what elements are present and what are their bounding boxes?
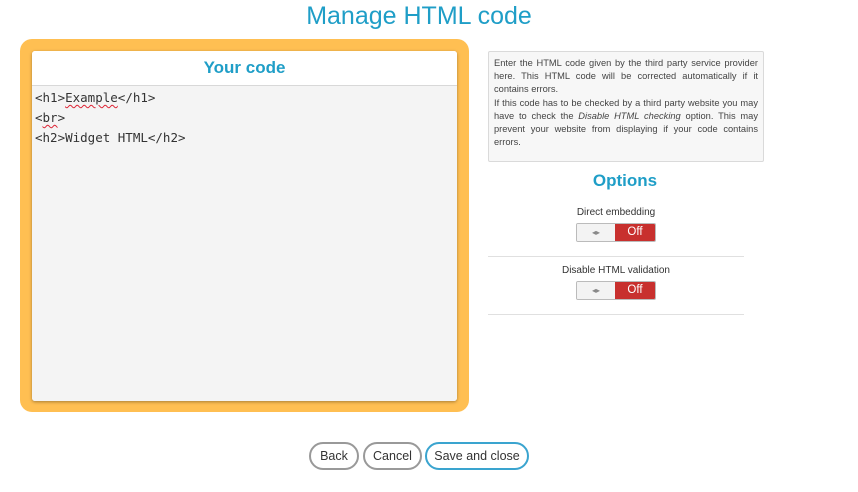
code-editor[interactable]: <h1>Example</h1> <br> <h2>Widget HTML</h… xyxy=(32,86,457,401)
option-direct-embedding: Direct embedding ◂▸ Off xyxy=(488,207,744,257)
options-title: Options xyxy=(592,171,658,190)
code-line: <br> xyxy=(35,108,454,128)
back-button[interactable]: Back xyxy=(309,442,359,470)
toggle-handle-icon: ◂▸ xyxy=(577,282,615,299)
save-and-close-button[interactable]: Save and close xyxy=(425,442,529,470)
code-panel: Your code <h1>Example</h1> <br> <h2>Widg… xyxy=(32,51,457,401)
option-divider xyxy=(488,314,744,315)
info-paragraph: If this code has to be checked by a thir… xyxy=(494,97,758,150)
code-line-text: <h2>Widget HTML</h2> xyxy=(35,130,186,145)
direct-embedding-toggle[interactable]: ◂▸ Off xyxy=(576,223,656,242)
code-panel-frame: Your code <h1>Example</h1> <br> <h2>Widg… xyxy=(20,39,469,412)
code-line-text: <h1>Example</h1> xyxy=(35,90,156,105)
toggle-state: Off xyxy=(615,224,655,241)
code-line: <h2>Widget HTML</h2> xyxy=(35,128,454,148)
info-emphasis: Disable HTML checking xyxy=(578,110,681,121)
page-title: Manage HTML code xyxy=(306,2,532,30)
toggle-state: Off xyxy=(615,282,655,299)
disable-html-validation-toggle[interactable]: ◂▸ Off xyxy=(576,281,656,300)
code-line: <h1>Example</h1> xyxy=(35,88,454,108)
cancel-button[interactable]: Cancel xyxy=(363,442,422,470)
info-box: Enter the HTML code given by the third p… xyxy=(488,51,764,162)
option-label: Direct embedding xyxy=(576,207,656,218)
code-line-text: <br> xyxy=(35,110,66,125)
toggle-handle-icon: ◂▸ xyxy=(577,224,615,241)
option-disable-html-validation: Disable HTML validation ◂▸ Off xyxy=(488,265,744,315)
option-divider xyxy=(488,256,744,257)
info-paragraph: Enter the HTML code given by the third p… xyxy=(494,58,758,95)
option-label: Disable HTML validation xyxy=(561,265,670,276)
code-panel-header: Your code xyxy=(32,51,457,86)
